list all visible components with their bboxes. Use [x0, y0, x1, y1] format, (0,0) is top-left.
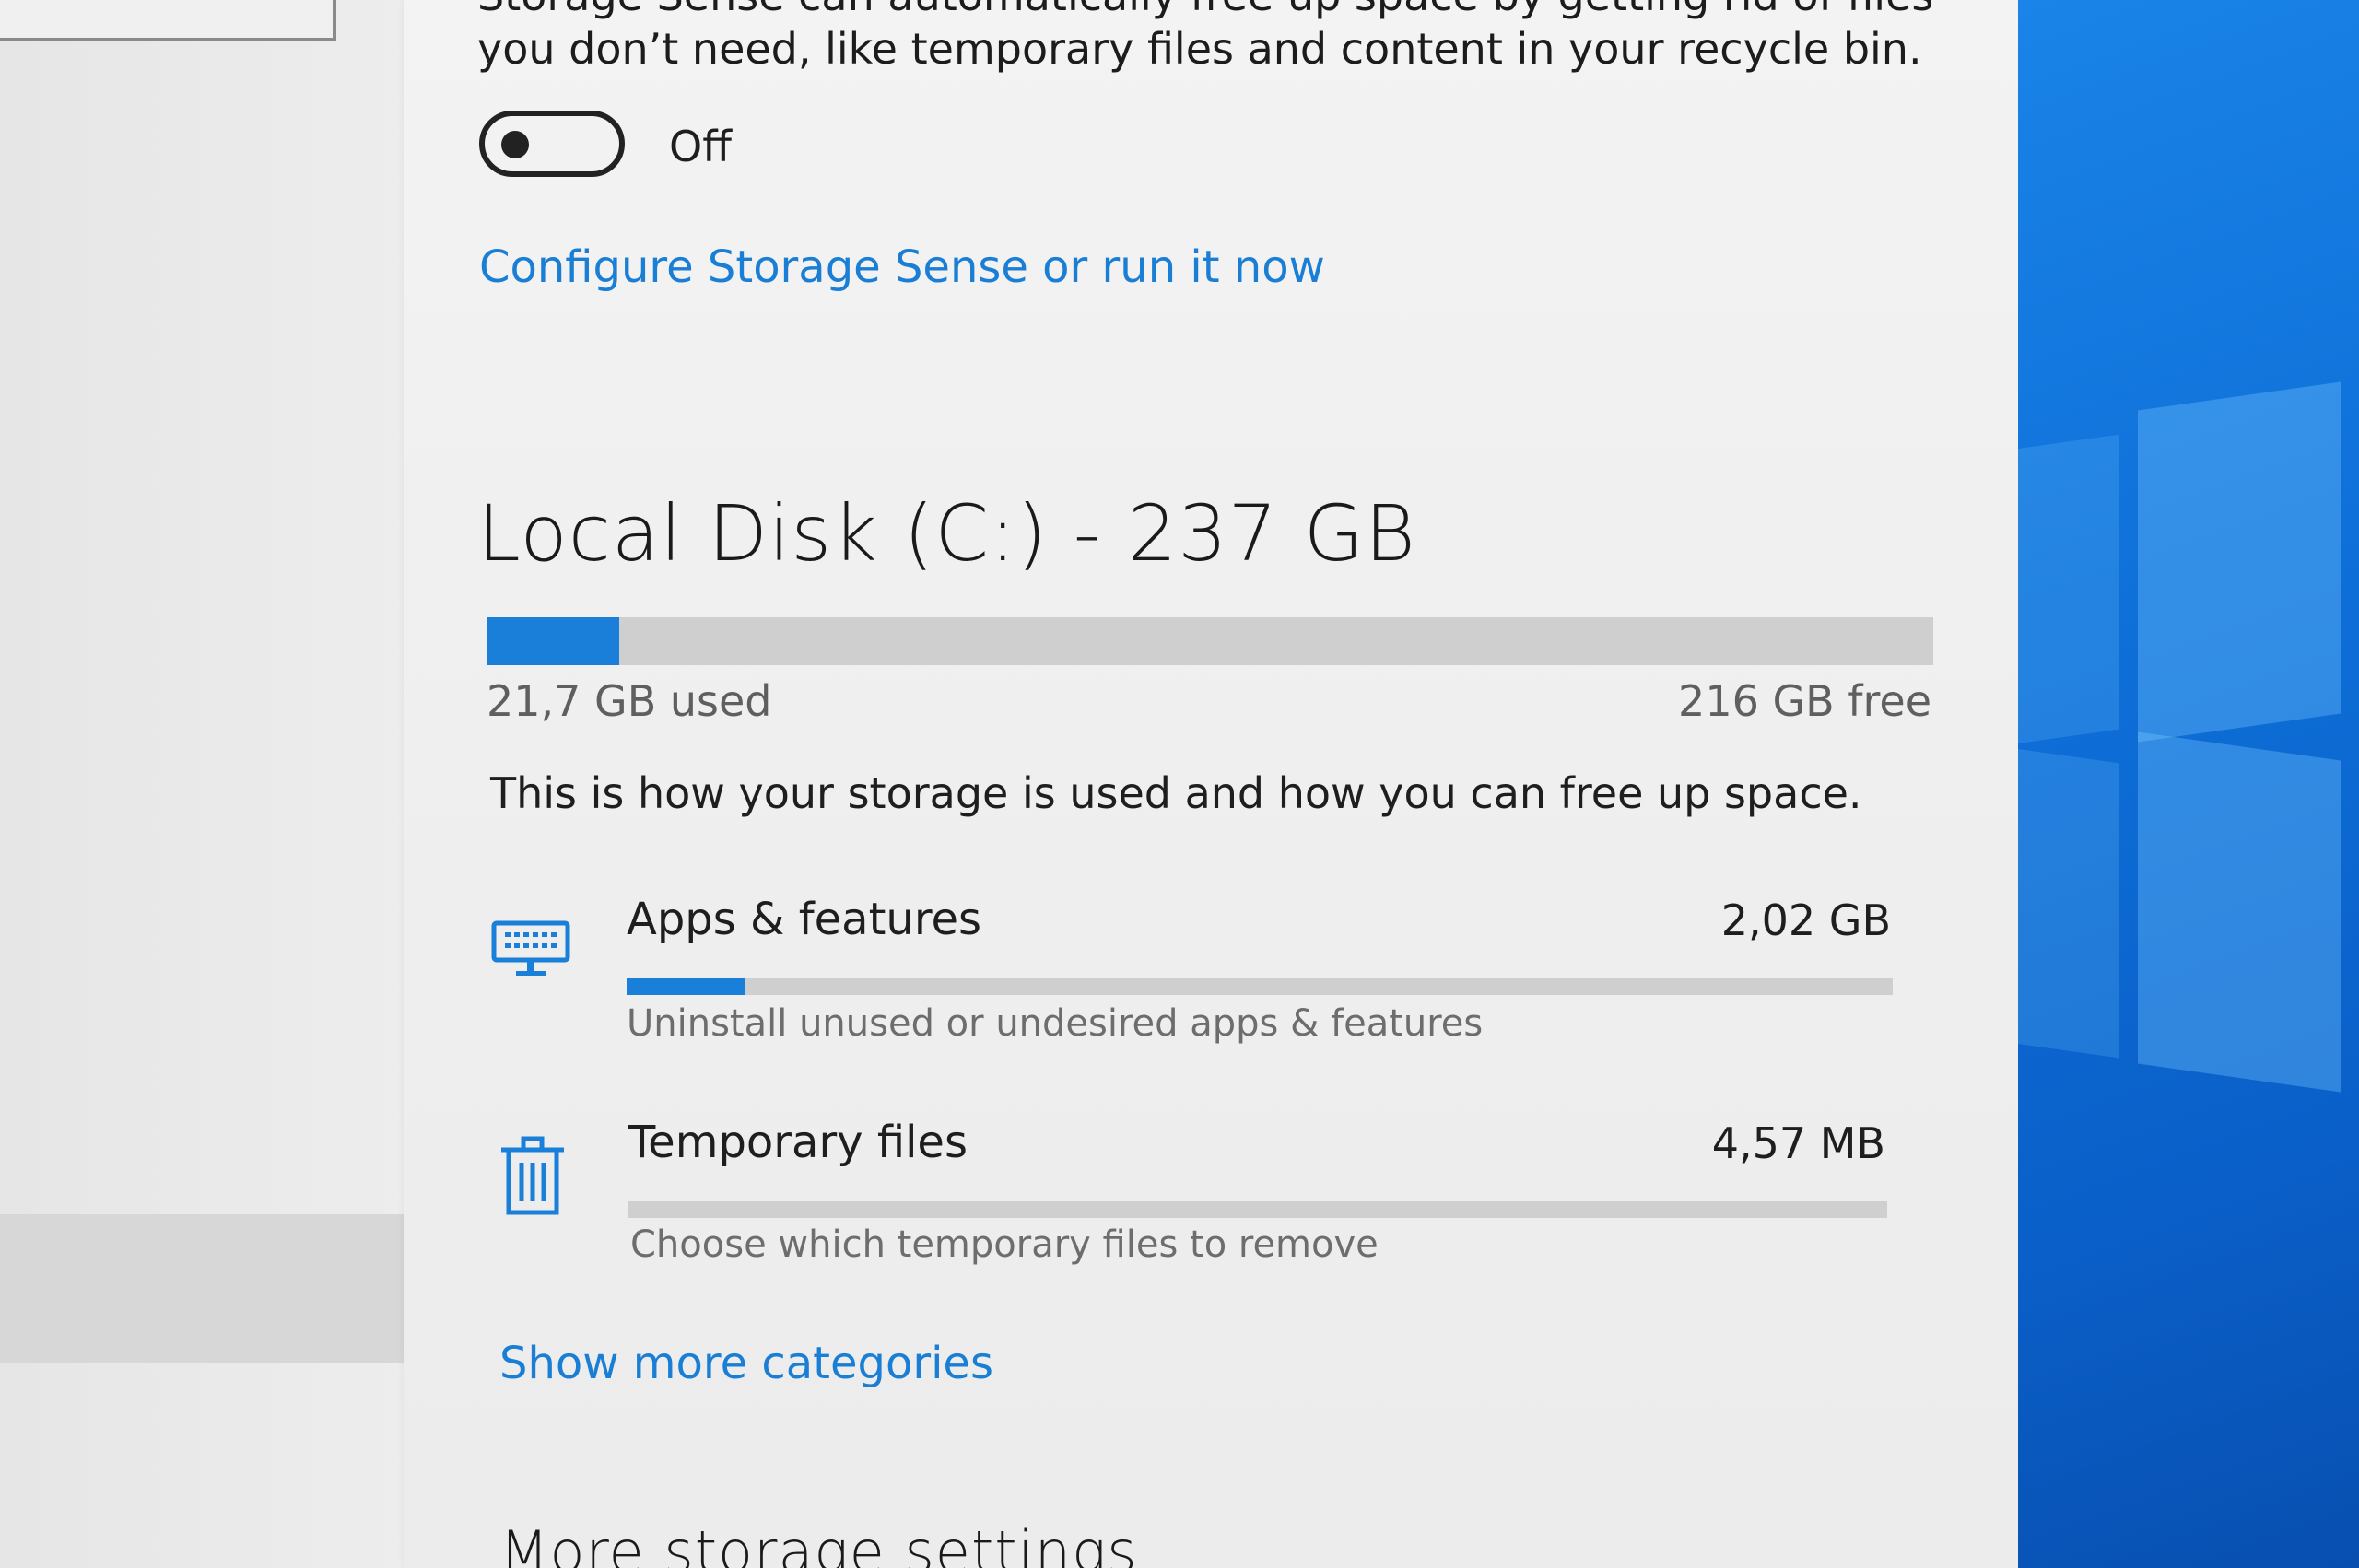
navigation-pane: › — [0, 0, 419, 1568]
category-size-temp: 4,57 MB — [1711, 1118, 1885, 1168]
category-size-apps: 2,02 GB — [1720, 895, 1891, 945]
storage-sense-description-line2: you don’t need, like temporary files and… — [477, 24, 1922, 74]
configure-storage-sense-link[interactable]: Configure Storage Sense or run it now — [479, 241, 1325, 293]
disk-title: Local Disk (C:) - 237 GB — [477, 488, 1416, 579]
category-bar-fill-apps — [627, 978, 745, 995]
keyboard-icon — [490, 918, 571, 982]
more-storage-settings-heading: More storage settings — [499, 1518, 1138, 1568]
storage-sense-description-line1: Storage Sense can automatically free up … — [477, 0, 1933, 20]
nav-selected-item[interactable] — [0, 1214, 419, 1363]
category-bar-temp — [628, 1201, 1887, 1218]
category-subtitle-temp: Choose which temporary files to remove — [630, 1223, 1379, 1266]
toggle-state-label: Off — [669, 122, 732, 171]
category-subtitle-apps: Uninstall unused or undesired apps & fea… — [627, 1002, 1484, 1045]
nav-search-box[interactable]: › — [0, 0, 336, 41]
category-title-temp[interactable]: Temporary files — [628, 1117, 968, 1168]
storage-sense-toggle[interactable] — [479, 111, 625, 177]
disk-usage-bar — [487, 617, 1933, 665]
screen: › Storage Sense can automatically free u… — [0, 0, 2359, 1568]
disk-free-label: 216 GB free — [1678, 676, 1931, 726]
disk-used-label: 21,7 GB used — [487, 676, 772, 726]
show-more-categories-link[interactable]: Show more categories — [499, 1338, 993, 1389]
disk-usage-bar-fill — [487, 617, 619, 665]
usage-intro-text: This is how your storage is used and how… — [490, 768, 1862, 818]
category-title-apps[interactable]: Apps & features — [627, 894, 981, 945]
chevron-right-icon: › — [283, 0, 296, 10]
toggle-knob — [501, 131, 529, 158]
category-bar-apps — [627, 978, 1893, 995]
desktop-background — [2018, 0, 2359, 1568]
trash-icon — [498, 1135, 568, 1218]
